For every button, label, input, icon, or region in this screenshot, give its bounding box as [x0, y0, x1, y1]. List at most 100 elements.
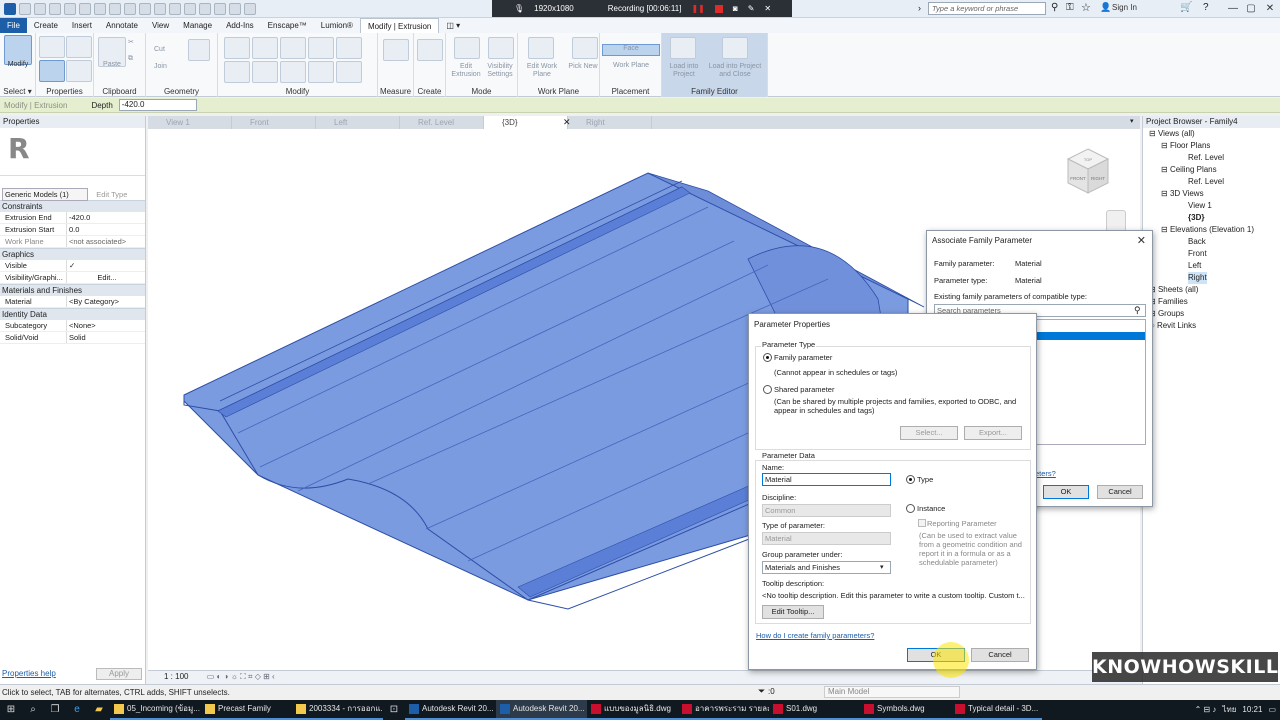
rotate-icon[interactable]: [280, 61, 306, 83]
maximize-button[interactable]: ▢: [1242, 2, 1260, 15]
depth-input[interactable]: -420.0: [118, 99, 197, 111]
taskbar-app-s01[interactable]: S01.dwg: [769, 700, 860, 720]
close-icon[interactable]: ✕: [1137, 231, 1146, 251]
tree-groups[interactable]: ⊞ Groups: [1149, 308, 1184, 320]
parameter-name-input[interactable]: Material: [762, 473, 891, 486]
create-family-params-help-link[interactable]: How do I create family parameters?: [756, 631, 874, 640]
search-icon[interactable]: ⌕: [22, 700, 44, 720]
tree-ceiling-plans[interactable]: ⊟ Ceiling Plans: [1161, 164, 1217, 176]
prop-extrusion-start[interactable]: Extrusion Start 0.0: [0, 224, 145, 236]
taskbar-app-dwg-2[interactable]: อาคารพระราม รายละ...: [678, 700, 769, 720]
tree-front[interactable]: Front: [1188, 248, 1207, 260]
windows-start-icon[interactable]: ⊞: [0, 700, 22, 720]
load-into-project-button[interactable]: [670, 37, 696, 59]
chevron-down-icon[interactable]: ▾: [880, 563, 884, 571]
tabs-menu-icon[interactable]: ▾: [1130, 117, 1134, 125]
prop-solid-void[interactable]: Solid/Void Solid: [0, 332, 145, 344]
edit-extrusion-button[interactable]: [454, 37, 480, 59]
properties-button[interactable]: [39, 60, 65, 82]
reporting-checkbox[interactable]: [918, 519, 926, 527]
sign-in-button[interactable]: Sign In: [1112, 3, 1137, 12]
category-materials[interactable]: Materials and Finishes: [0, 284, 145, 296]
close-window-button[interactable]: ✕: [1261, 2, 1279, 15]
prop-value[interactable]: <None>: [67, 320, 145, 331]
keyword-search-input[interactable]: Type a keyword or phrase: [928, 2, 1046, 15]
edit-work-plane-button[interactable]: [528, 37, 554, 59]
visibility-settings-button[interactable]: [488, 37, 514, 59]
user-icon[interactable]: 👤: [1100, 2, 1111, 13]
category-identity[interactable]: Identity Data: [0, 308, 145, 320]
array-icon[interactable]: [308, 61, 334, 83]
close-recording-icon[interactable]: ✕: [764, 4, 771, 13]
save-icon[interactable]: [34, 2, 46, 15]
search-icon[interactable]: ›: [918, 3, 921, 13]
redo-icon[interactable]: [79, 2, 91, 15]
tab-lumion[interactable]: Lumion®: [314, 18, 360, 33]
edit-type-button[interactable]: Edit Type: [96, 190, 127, 199]
tab-manage[interactable]: Manage: [176, 18, 219, 33]
switch-windows-icon[interactable]: [229, 2, 241, 15]
thin-lines-icon[interactable]: [199, 2, 211, 15]
tab-create[interactable]: Create: [27, 18, 65, 33]
binoculars-icon[interactable]: ⚲: [1051, 2, 1058, 13]
store-icon[interactable]: ⊡: [383, 700, 405, 720]
tab-view[interactable]: View: [145, 18, 176, 33]
family-parameter-radio[interactable]: [763, 353, 772, 362]
geometry-tools-button[interactable]: [188, 39, 210, 61]
taskbar-app-incoming[interactable]: 05_Incoming (ข้อมู...: [110, 700, 201, 720]
visible-checkbox[interactable]: ✓: [67, 260, 145, 271]
tab-enscape[interactable]: Enscape™: [261, 18, 314, 33]
split-icon[interactable]: [308, 37, 334, 59]
tree-floor-plans[interactable]: ⊟ Floor Plans: [1161, 140, 1210, 152]
tree-back[interactable]: Back: [1188, 236, 1206, 248]
tree-right[interactable]: Right: [1188, 272, 1207, 284]
search-icon[interactable]: ⚲: [1134, 305, 1141, 316]
tree-floor-ref-level[interactable]: Ref. Level: [1188, 152, 1224, 164]
tree-revit-links[interactable]: ∞ Revit Links: [1149, 320, 1196, 332]
customize-qat-icon[interactable]: [244, 2, 256, 15]
move-icon[interactable]: [224, 61, 250, 83]
favorites-icon[interactable]: ☆: [1081, 1, 1091, 14]
tab-file[interactable]: File: [0, 18, 27, 33]
input-language[interactable]: ไทย: [1222, 700, 1236, 720]
stop-icon[interactable]: [714, 4, 723, 13]
edit-tooltip-button[interactable]: Edit Tooltip...: [762, 605, 824, 619]
task-view-icon[interactable]: ❐: [44, 700, 66, 720]
taskbar-app-precast[interactable]: Precast Family: [201, 700, 292, 720]
measure-tool-icon[interactable]: [383, 39, 409, 61]
view-tab-left[interactable]: Left: [316, 116, 400, 129]
select-shared-button[interactable]: Select...: [900, 426, 958, 440]
prop-value[interactable]: -420.0: [67, 212, 145, 223]
tab-modify-extrusion[interactable]: Modify | Extrusion: [359, 18, 440, 33]
taskbar-app-revit-2[interactable]: Autodesk Revit 20...: [496, 700, 587, 720]
taskbar-app-dwg-1[interactable]: แบบของมูลนิธิ.dwg: [587, 700, 678, 720]
tag-icon[interactable]: [139, 2, 151, 15]
section-icon[interactable]: [184, 2, 196, 15]
tree-views-all[interactable]: ⊟ Views (all): [1149, 128, 1195, 140]
param-cancel-button[interactable]: Cancel: [971, 648, 1029, 662]
shared-parameter-radio[interactable]: [763, 385, 772, 394]
undo-icon[interactable]: [64, 2, 76, 15]
tab-insert[interactable]: Insert: [65, 18, 99, 33]
prop-visible[interactable]: Visible ✓: [0, 260, 145, 272]
select-dropdown[interactable]: Select ▾: [0, 87, 35, 96]
print-icon[interactable]: [94, 2, 106, 15]
explorer-icon[interactable]: ▰: [88, 700, 110, 720]
category-graphics[interactable]: Graphics: [0, 248, 145, 260]
assoc-cancel-button[interactable]: Cancel: [1097, 485, 1143, 499]
family-types-button[interactable]: [39, 36, 65, 58]
viewcube[interactable]: TOP FRONT RIGHT: [1066, 147, 1110, 195]
help-icon[interactable]: ?: [1203, 2, 1209, 13]
sync-icon[interactable]: [49, 2, 61, 15]
prop-value[interactable]: 0.0: [67, 224, 145, 235]
filter-icon[interactable]: ⏷: [758, 686, 765, 697]
subscription-icon[interactable]: ⚿: [1066, 2, 1074, 13]
prop-value[interactable]: <By Category>: [67, 296, 145, 307]
prop-subcategory[interactable]: Subcategory <None>: [0, 320, 145, 332]
tab-add-ins[interactable]: Add-Ins: [219, 18, 261, 33]
family-category-button[interactable]: [66, 36, 92, 58]
prop-work-plane[interactable]: Work Plane <not associated>: [0, 236, 145, 248]
prop-extrusion-end[interactable]: Extrusion End -420.0: [0, 212, 145, 224]
view-control-icons[interactable]: ▭ ◐ ◑ ☼ ⛶ ⌗ ◇ ⊞ ‹: [207, 672, 275, 681]
assoc-help-link[interactable]: eters?: [1035, 469, 1056, 478]
